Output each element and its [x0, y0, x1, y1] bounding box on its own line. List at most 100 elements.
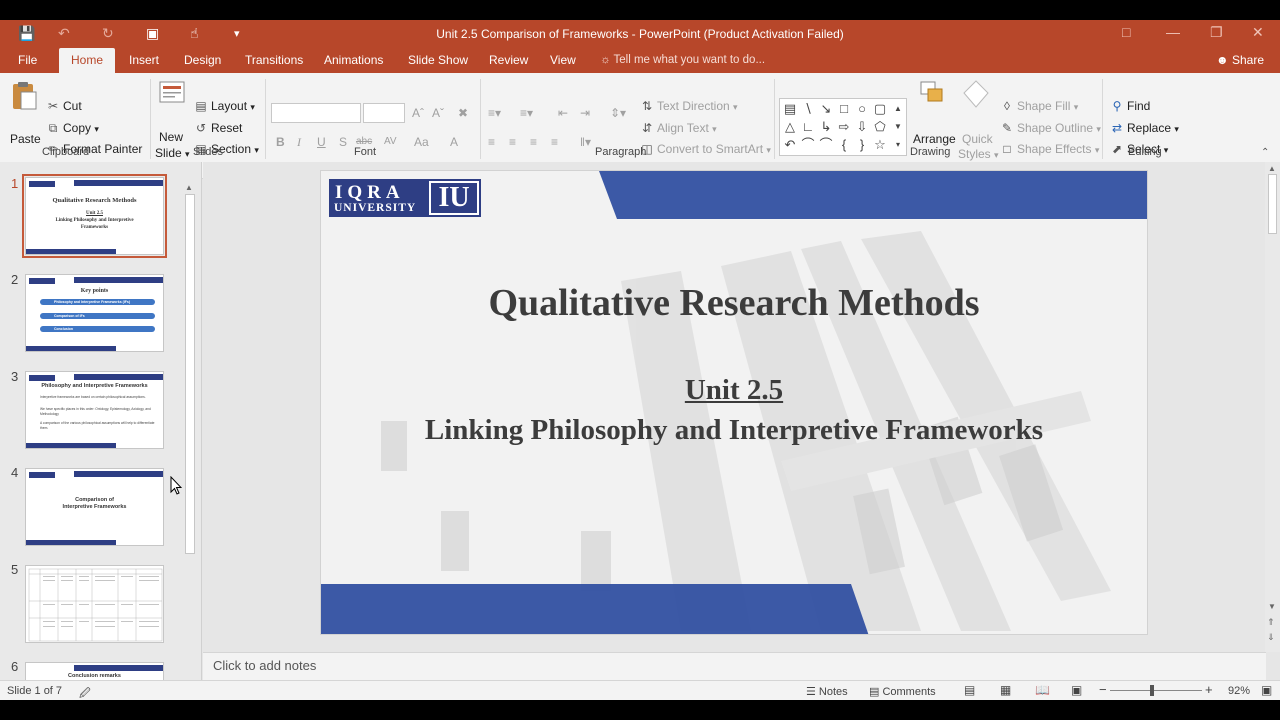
- connector-shape-icon[interactable]: ∟: [800, 119, 816, 135]
- left-brace-shape-icon[interactable]: {: [836, 137, 852, 153]
- font-size-combo[interactable]: [363, 103, 405, 123]
- fit-to-window-icon[interactable]: ▣: [1261, 683, 1272, 697]
- slide-thumbnail-6[interactable]: Conclusion remarks: [25, 662, 164, 680]
- quick-styles-label-1[interactable]: Quick: [962, 131, 993, 147]
- font-color-button[interactable]: A: [450, 134, 458, 150]
- tab-review[interactable]: Review: [479, 48, 538, 73]
- tab-file[interactable]: File: [8, 48, 47, 73]
- notes-button[interactable]: ☰ Notes: [806, 685, 848, 698]
- curve-shape-icon[interactable]: ⌒: [800, 137, 816, 153]
- layout-button[interactable]: ▤ Layout ▾: [194, 98, 255, 115]
- align-text-button[interactable]: ⇵ Align Text ▾: [640, 120, 717, 137]
- replace-button[interactable]: ⇄ Replace ▾: [1110, 120, 1179, 137]
- numbering-icon[interactable]: ≡▾: [520, 105, 533, 121]
- columns-icon[interactable]: ‖▾: [580, 134, 591, 150]
- character-spacing-button[interactable]: AV: [384, 134, 397, 150]
- slideshow-view-icon[interactable]: ▣: [1071, 683, 1082, 697]
- font-name-combo[interactable]: [271, 103, 361, 123]
- zoom-in-icon[interactable]: +: [1205, 682, 1213, 697]
- triangle-shape-icon[interactable]: △: [782, 119, 798, 135]
- notes-placeholder[interactable]: Click to add notes: [213, 658, 316, 673]
- bold-button[interactable]: B: [276, 134, 285, 150]
- slide-editor-canvas[interactable]: IQRA UNIVERSITY IU Qualitative Research …: [203, 162, 1266, 652]
- zoom-out-icon[interactable]: −: [1099, 682, 1107, 697]
- arc-shape-icon[interactable]: ⌒: [818, 137, 834, 153]
- close-icon[interactable]: ✕: [1252, 24, 1264, 41]
- oval-shape-icon[interactable]: ○: [854, 101, 870, 117]
- notes-pane[interactable]: Click to add notes: [203, 652, 1266, 680]
- decrease-font-icon[interactable]: Aˇ: [432, 105, 444, 121]
- slide-subtitle[interactable]: Linking Philosophy and Interpretive Fram…: [421, 411, 1047, 450]
- quick-styles-label-2[interactable]: Styles ▾: [958, 146, 999, 163]
- arrow-shape-icon[interactable]: ↘: [818, 101, 834, 117]
- slide-thumbnail-4[interactable]: Comparison of Interpretive Frameworks: [25, 468, 164, 546]
- gallery-more-icon[interactable]: ▾: [890, 137, 906, 153]
- align-left-icon[interactable]: ≡: [488, 134, 495, 150]
- slide-title[interactable]: Qualitative Research Methods: [321, 281, 1147, 325]
- align-right-icon[interactable]: ≡: [530, 134, 537, 150]
- thumbnails-scrollbar[interactable]: ▲ ▼: [183, 182, 197, 692]
- tab-home[interactable]: Home: [59, 48, 115, 73]
- shadow-button[interactable]: S: [339, 134, 347, 150]
- italic-button[interactable]: I: [297, 134, 301, 150]
- gallery-down-icon[interactable]: ▼: [890, 119, 906, 135]
- line-shape-icon[interactable]: ∖: [800, 101, 816, 117]
- text-direction-button[interactable]: ⇅ Text Direction ▾: [640, 98, 738, 115]
- arrange-icon[interactable]: [918, 79, 946, 109]
- tab-view[interactable]: View: [540, 48, 586, 73]
- scroll-up-icon[interactable]: ▲: [185, 183, 193, 192]
- increase-font-icon[interactable]: Aˆ: [412, 105, 424, 121]
- tab-animations[interactable]: Animations: [314, 48, 393, 73]
- slide-thumbnail-5[interactable]: [25, 565, 164, 643]
- copy-button[interactable]: ⧉ Copy ▾: [46, 120, 99, 137]
- justify-icon[interactable]: ≡: [551, 134, 558, 150]
- new-slide-label-1[interactable]: New: [159, 129, 183, 145]
- normal-view-icon[interactable]: ▤: [964, 683, 975, 697]
- underline-button[interactable]: U: [317, 134, 326, 150]
- tell-me-box[interactable]: ☼ Tell me what you want to do...: [600, 54, 765, 66]
- scrollbar-thumb[interactable]: [185, 194, 195, 554]
- share-button[interactable]: ☻ Share: [1216, 53, 1264, 67]
- canvas-scrollbar[interactable]: ▲ ▼ ⇑ ⇓: [1265, 162, 1280, 652]
- find-button[interactable]: ⚲ Find: [1110, 98, 1151, 114]
- slide-unit[interactable]: Unit 2.5: [321, 374, 1147, 407]
- decrease-indent-icon[interactable]: ⇤: [558, 105, 568, 121]
- new-slide-label-2[interactable]: Slide ▾: [155, 145, 190, 162]
- rounded-rect-shape-icon[interactable]: ▢: [872, 101, 888, 117]
- tab-insert[interactable]: Insert: [119, 48, 169, 73]
- restore-icon[interactable]: ❐: [1210, 24, 1223, 41]
- rectangle-shape-icon[interactable]: □: [836, 101, 852, 117]
- zoom-slider-track[interactable]: [1110, 690, 1202, 691]
- collapse-ribbon-icon[interactable]: ⌃: [1261, 145, 1269, 161]
- zoom-slider-thumb[interactable]: [1150, 685, 1154, 696]
- right-brace-shape-icon[interactable]: }: [854, 137, 870, 153]
- pentagon-shape-icon[interactable]: ⬠: [872, 119, 888, 135]
- slide-thumbnail-3[interactable]: Philosophy and Interpretive Frameworks I…: [25, 371, 164, 449]
- quick-styles-icon[interactable]: [962, 79, 990, 109]
- current-slide[interactable]: IQRA UNIVERSITY IU Qualitative Research …: [320, 170, 1148, 635]
- minimize-icon[interactable]: —: [1166, 24, 1180, 40]
- paste-icon[interactable]: [10, 81, 38, 111]
- reading-view-icon[interactable]: 📖: [1035, 683, 1050, 697]
- comments-button[interactable]: ▤ Comments: [869, 685, 936, 698]
- scrollbar-thumb[interactable]: [1268, 174, 1277, 234]
- tab-transitions[interactable]: Transitions: [235, 48, 313, 73]
- slide-sorter-icon[interactable]: ▦: [1000, 683, 1011, 697]
- tab-slide-show[interactable]: Slide Show: [398, 48, 478, 73]
- star-shape-icon[interactable]: ☆: [872, 137, 888, 153]
- gallery-up-icon[interactable]: ▲: [890, 101, 906, 117]
- reset-button[interactable]: ↺ Reset: [194, 120, 242, 136]
- freeform-shape-icon[interactable]: ↶: [782, 137, 798, 153]
- bullets-icon[interactable]: ≡▾: [488, 105, 501, 121]
- right-arrow-shape-icon[interactable]: ⇨: [836, 119, 852, 135]
- shapes-gallery[interactable]: ▤ ∖ ↘ □ ○ ▢ △ ∟ ↳ ⇨ ⇩ ⬠ ↶ ⌒ ⌒ { } ☆ ▲ ▼ …: [779, 98, 907, 156]
- change-case-button[interactable]: Aa: [414, 134, 429, 150]
- shape-outline-button[interactable]: ✎ Shape Outline ▾: [1000, 120, 1101, 137]
- tab-design[interactable]: Design: [174, 48, 231, 73]
- convert-smartart-button[interactable]: ◫ Convert to SmartArt ▾: [640, 141, 771, 158]
- line-spacing-icon[interactable]: ⇕▾: [610, 105, 626, 121]
- align-center-icon[interactable]: ≡: [509, 134, 516, 150]
- clear-formatting-icon[interactable]: ✖: [458, 105, 468, 121]
- slide-thumbnail-1[interactable]: Qualitative Research Methods Unit 2.5 Li…: [22, 174, 167, 258]
- arrange-button[interactable]: Arrange: [913, 131, 956, 147]
